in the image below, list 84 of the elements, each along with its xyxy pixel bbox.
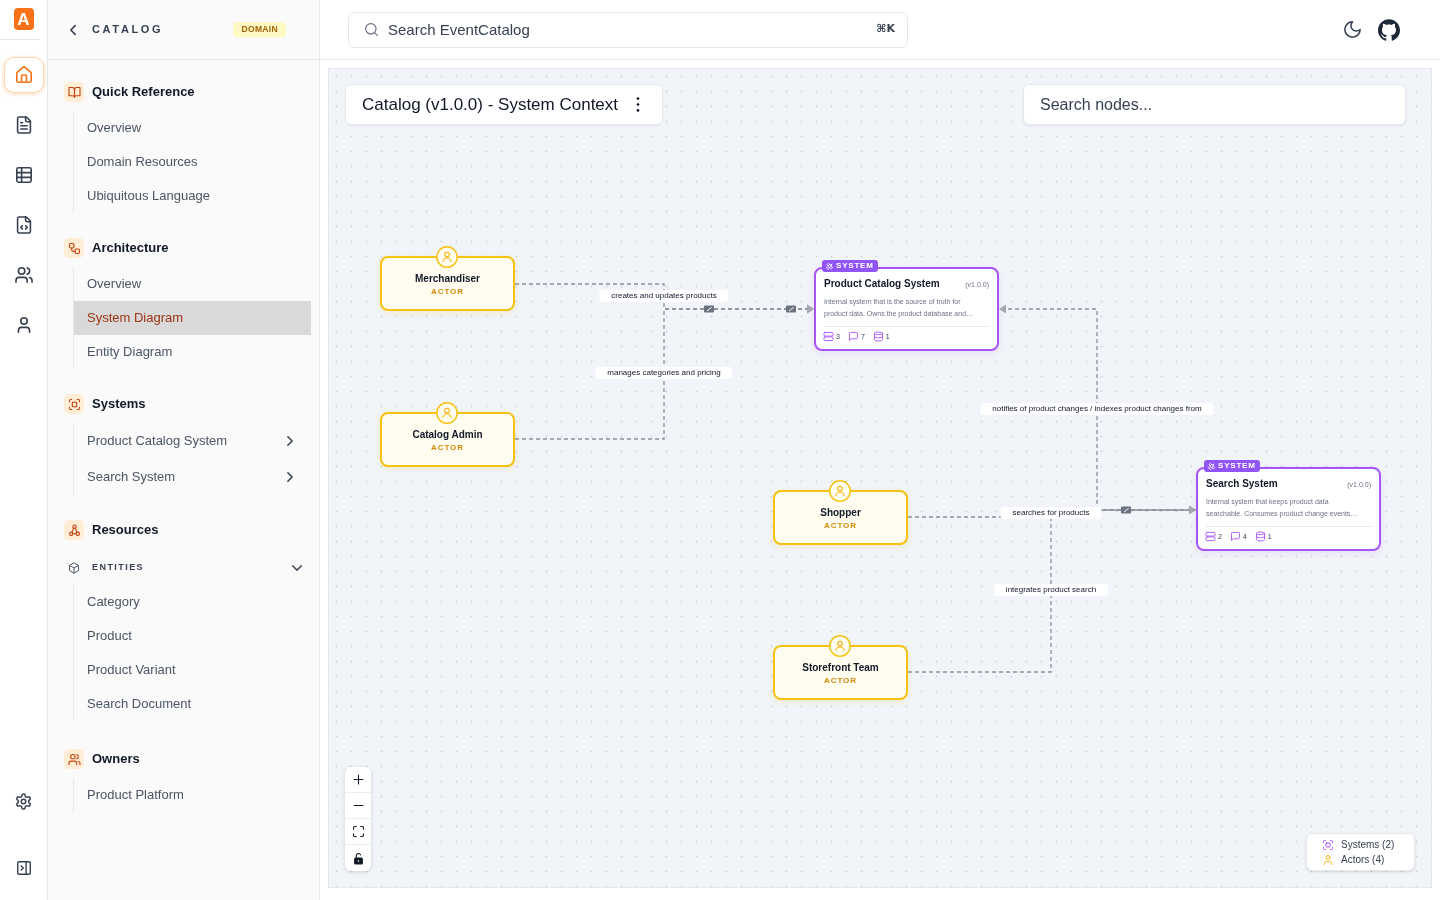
more-button[interactable]	[636, 97, 641, 112]
github-link[interactable]	[1378, 18, 1400, 41]
document-icon	[15, 117, 32, 133]
type-badge: DOMAIN	[233, 22, 286, 37]
panel-icon	[16, 861, 31, 875]
corners-icon	[352, 826, 364, 837]
chevron-left-icon	[70, 24, 76, 35]
marker-icon	[704, 305, 714, 313]
connector-label: manages categories and pricing	[595, 367, 733, 379]
sidebar-item[interactable]: Overview	[74, 111, 311, 145]
node-type-label: ACTOR	[430, 443, 465, 453]
section-title: Systems	[92, 395, 146, 414]
scan-box-icon	[1323, 839, 1333, 850]
sidebar-item[interactable]: Product Variant	[74, 653, 311, 687]
legend-label: Actors (4)	[1341, 853, 1385, 866]
node-type-label: ACTOR	[430, 287, 465, 297]
home-icon	[15, 67, 32, 83]
sidebar-item[interactable]: Domain Resources	[74, 145, 311, 179]
book-icon	[64, 82, 84, 102]
sidebar-item[interactable]: Ubiquitous Language	[74, 179, 311, 213]
connector-label: searches for products	[1000, 507, 1102, 519]
search-icon	[365, 23, 378, 36]
scan-box-icon	[64, 394, 84, 414]
message-icon	[848, 332, 858, 341]
database-icon	[873, 332, 883, 341]
section-title: Architecture	[92, 239, 169, 258]
node-type-label: ACTOR	[823, 521, 858, 531]
sidebar-item[interactable]: Entity Diagram	[74, 335, 311, 369]
plus-icon	[352, 774, 364, 785]
person-icon	[1323, 854, 1333, 865]
theme-toggle-button[interactable]	[1342, 19, 1362, 40]
sidebar-item[interactable]: System Diagram	[74, 301, 311, 335]
satellite-icon	[826, 262, 833, 270]
back-button[interactable]	[69, 23, 77, 36]
node-name: Merchandiser	[415, 273, 480, 285]
sidebar-item[interactable]: Search System	[74, 459, 311, 495]
message-icon	[1230, 532, 1240, 541]
satellite-icon	[1208, 462, 1215, 470]
users-icon	[15, 267, 32, 283]
connector-label: notifies of product changes / indexes product changes from	[980, 403, 1214, 415]
cube-icon	[69, 563, 79, 573]
users-icon	[64, 749, 84, 769]
connector-label: integrates product search	[993, 584, 1109, 596]
section-title: Resources	[92, 521, 159, 540]
moon-icon	[1343, 21, 1361, 38]
keyboard-shortcut: ⌘K	[876, 21, 895, 38]
search-box[interactable]: Search EventCatalog ⌘K	[348, 11, 908, 48]
sidebar-item[interactable]: Category	[74, 585, 311, 619]
sidebar-item[interactable]: Overview	[74, 267, 311, 301]
nodes-icon	[64, 520, 84, 540]
workflow-icon	[64, 238, 84, 258]
server-icon	[1206, 532, 1215, 541]
search-field[interactable]: Search EventCatalog	[388, 17, 867, 42]
group-toggle[interactable]: ENTITIES	[64, 551, 311, 585]
node-name: Catalog Admin	[412, 429, 483, 441]
table-icon	[15, 167, 32, 183]
code-file-icon	[15, 217, 32, 233]
settings-icon	[16, 793, 31, 809]
node-type-label: SYSTEM	[1218, 462, 1256, 470]
user-icon	[15, 317, 32, 333]
sidebar-title: CATALOG	[92, 22, 164, 38]
sidebar-item[interactable]: Product Catalog System	[74, 423, 311, 459]
marker-icon	[786, 305, 796, 313]
server-icon	[824, 332, 833, 341]
node-search-field[interactable]: Search nodes...	[1023, 84, 1406, 125]
node-name: Search System	[1206, 478, 1278, 490]
node-type-label: ACTOR	[823, 676, 858, 686]
node-name: Shopper	[820, 507, 861, 519]
github-icon	[1378, 18, 1400, 41]
node-type-label: SYSTEM	[836, 262, 874, 270]
lock-icon	[352, 852, 364, 864]
sidebar-item[interactable]: Search Document	[74, 687, 311, 721]
legend-label: Systems (2)	[1341, 838, 1395, 851]
section-title: Quick Reference	[92, 83, 195, 102]
section-title: Owners	[92, 750, 140, 769]
sidebar-item[interactable]: Product Platform	[74, 778, 311, 812]
sidebar-item[interactable]: Product	[74, 619, 311, 653]
marker-icon	[1121, 506, 1131, 514]
database-icon	[1255, 532, 1265, 541]
diagram-title: Catalog (v1.0.0) - System Context	[362, 93, 619, 116]
node-name: Storefront Team	[802, 662, 879, 674]
more-vertical-icon	[636, 97, 641, 112]
connector-label: creates and updates products	[599, 290, 729, 302]
node-name: Product Catalog System	[824, 278, 940, 290]
